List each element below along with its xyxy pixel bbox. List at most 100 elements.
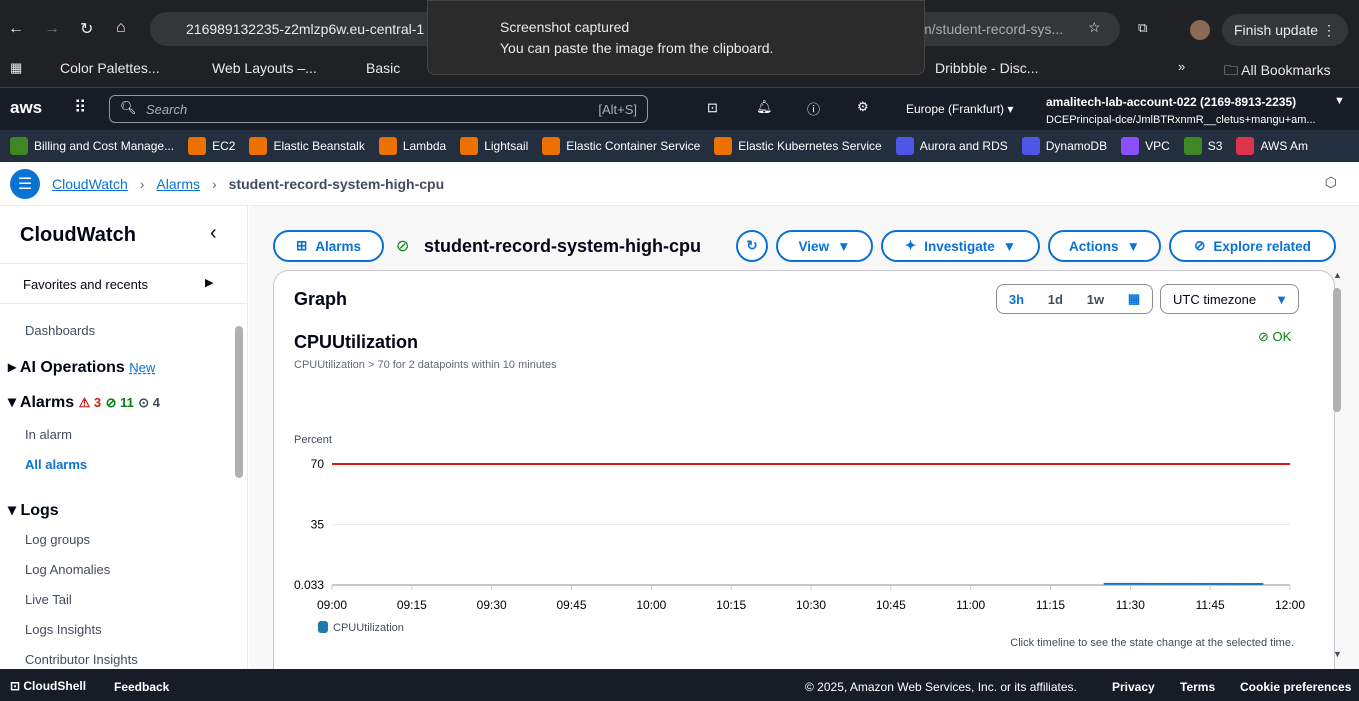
service-label: Lightsail: [484, 139, 529, 153]
alarm-condition: CPUUtilization > 70 for 2 datapoints wit…: [294, 359, 557, 371]
timezone-label: UTC timezone: [1173, 292, 1257, 307]
service-shortcut[interactable]: EC2: [188, 137, 235, 155]
explore-related-button[interactable]: ⊘ Explore related: [1169, 230, 1336, 262]
privacy-link[interactable]: Privacy: [1112, 680, 1155, 694]
back-icon[interactable]: ←: [8, 20, 24, 38]
apps-icon[interactable]: ▦: [10, 60, 22, 76]
finish-update-label: Finish update: [1234, 22, 1319, 38]
sidebar-item-contributor-insights[interactable]: Contributor Insights: [25, 652, 138, 667]
more-bookmarks-icon[interactable]: »: [1178, 59, 1185, 74]
range-1w[interactable]: 1w: [1087, 292, 1104, 307]
timezone-select[interactable]: UTC timezone ▼: [1160, 284, 1299, 314]
investigate-button[interactable]: ✦ Investigate ▼: [881, 230, 1040, 262]
service-shortcut[interactable]: Lightsail: [460, 137, 528, 155]
scroll-up-icon[interactable]: ▲: [1333, 270, 1342, 280]
x-tick-label: 11:00: [956, 598, 985, 612]
favorites-and-recents[interactable]: Favorites and recents: [23, 277, 148, 292]
state-ok: ⊘ OK: [1258, 329, 1292, 344]
x-tick-label: 09:45: [556, 598, 586, 612]
service-shortcut[interactable]: Elastic Beanstalk: [249, 137, 365, 155]
caret-down-icon: ▼: [1275, 292, 1288, 307]
new-badge: New: [129, 360, 156, 375]
extensions-icon[interactable]: ⧉: [1138, 20, 1147, 36]
sidebar-item-all-alarms[interactable]: All alarms: [25, 457, 87, 472]
sidebar-item-log-groups[interactable]: Log groups: [25, 532, 90, 547]
service-shortcut[interactable]: Elastic Kubernetes Service: [714, 137, 882, 155]
service-icon: [714, 137, 733, 155]
scroll-down-icon[interactable]: ▼: [1333, 649, 1342, 659]
service-label: AWS Am: [1260, 139, 1309, 153]
forward-icon[interactable]: →: [44, 20, 60, 38]
finish-update-button[interactable]: Finish update ⋮: [1222, 14, 1348, 46]
service-shortcut[interactable]: Elastic Container Service: [542, 137, 700, 155]
region-selector[interactable]: Europe (Frankfurt) ▾: [906, 102, 1013, 116]
collapse-icon[interactable]: ‹: [210, 222, 217, 245]
sidebar-scrollbar[interactable]: [235, 326, 243, 478]
sidebar-item-dashboards[interactable]: Dashboards: [25, 323, 95, 338]
account-caret-icon[interactable]: ▼: [1334, 95, 1345, 107]
service-icon: [188, 137, 207, 155]
sidebar-item-in-alarm[interactable]: In alarm: [25, 427, 72, 442]
service-label: Billing and Cost Manage...: [34, 139, 175, 153]
gear-icon[interactable]: ⚙: [857, 99, 869, 115]
search-input[interactable]: 🔍︎ Search [Alt+S]: [109, 95, 648, 123]
service-shortcut[interactable]: VPC: [1121, 137, 1170, 155]
url-tail: m/student-record-sys...: [920, 21, 1064, 37]
alarms-button[interactable]: ⊞ Alarms: [273, 230, 384, 262]
main-scrollbar[interactable]: [1333, 288, 1341, 412]
url-text: 216989132235-z2mlzp6w.eu-central-1: [186, 21, 425, 37]
bookmark-item[interactable]: Basic: [366, 60, 400, 76]
service-shortcut[interactable]: AWS Am: [1236, 137, 1308, 155]
all-bookmarks[interactable]: 🗀 All Bookmarks: [1224, 60, 1331, 84]
ok-icon: ⊘ 11: [105, 395, 134, 410]
toast-body: You can paste the image from the clipboa…: [500, 40, 774, 56]
refresh-button[interactable]: ↻: [736, 230, 768, 262]
settings-hex-icon[interactable]: ⬡: [1325, 174, 1337, 191]
sidebar-section-logs[interactable]: ▾ Logs: [8, 500, 59, 520]
sidebar-item-logs-insights[interactable]: Logs Insights: [25, 622, 102, 637]
breadcrumb-alarms[interactable]: Alarms: [156, 176, 200, 192]
sidebar-section-alarms[interactable]: ▾ Alarms ⚠ 3 ⊘ 11 ⊙ 4: [8, 392, 160, 412]
calendar-icon[interactable]: ▦: [1128, 291, 1140, 307]
sidebar-item-log-anomalies[interactable]: Log Anomalies: [25, 562, 110, 577]
legend-label[interactable]: CPUUtilization: [333, 622, 404, 634]
account-menu[interactable]: amalitech-lab-account-022 (2169-8913-223…: [1046, 95, 1296, 109]
service-shortcut[interactable]: S3: [1183, 137, 1222, 155]
cloudshell-label: CloudShell: [23, 679, 87, 693]
actions-button[interactable]: Actions ▼: [1048, 230, 1161, 262]
terms-link[interactable]: Terms: [1180, 680, 1215, 694]
aws-logo[interactable]: aws: [10, 98, 42, 118]
caret-right-icon[interactable]: ▶: [205, 276, 213, 289]
sidebar-section-ai-operations[interactable]: ▸ AI Operations New: [8, 357, 155, 377]
services-menu-icon[interactable]: ⠿: [74, 98, 86, 118]
view-button[interactable]: View ▼: [776, 230, 873, 262]
service-icon: [460, 137, 479, 155]
logs-label: Logs: [20, 502, 59, 519]
graph-panel: Graph 3h 1d 1w ▦ UTC timezone ▼ CPUUtilizati…: [273, 270, 1335, 690]
service-shortcut[interactable]: Aurora and RDS: [895, 137, 1008, 155]
feedback-link[interactable]: Feedback: [114, 680, 169, 694]
sidebar-item-live-tail[interactable]: Live Tail: [25, 592, 72, 607]
bookmark-item[interactable]: Web Layouts –...: [212, 60, 317, 76]
menu-icon[interactable]: ☰: [10, 168, 40, 199]
bookmark-item[interactable]: Color Palettes...: [60, 60, 160, 76]
range-3h[interactable]: 3h: [1009, 292, 1024, 307]
avatar[interactable]: [1190, 20, 1210, 40]
service-shortcut[interactable]: DynamoDB: [1021, 137, 1107, 155]
home-icon[interactable]: ⌂: [116, 19, 126, 37]
breadcrumb-cloudwatch[interactable]: CloudWatch: [52, 176, 128, 192]
service-shortcut[interactable]: Lambda: [378, 137, 446, 155]
reload-icon[interactable]: ↻: [80, 19, 93, 39]
range-1d[interactable]: 1d: [1048, 292, 1063, 307]
bell-icon[interactable]: 🔔︎: [756, 99, 773, 115]
service-shortcut[interactable]: Billing and Cost Manage...: [10, 137, 174, 155]
cpu-chart[interactable]: Percent 70 35 0.033 09:00 09:15 09:30 09:45 10:0…: [274, 411, 1314, 651]
bookmark-item[interactable]: Dribbble - Disc...: [935, 60, 1038, 76]
cloudshell-button[interactable]: ⊡ CloudShell: [10, 679, 86, 693]
cloudshell-icon[interactable]: ⊡: [707, 100, 718, 116]
service-icon: [1236, 137, 1255, 155]
cookie-preferences-link[interactable]: Cookie preferences: [1240, 680, 1351, 694]
help-icon[interactable]: ⓘ: [807, 99, 820, 118]
star-icon[interactable]: ☆: [1088, 19, 1101, 36]
alarms-label: Alarms: [19, 394, 75, 411]
